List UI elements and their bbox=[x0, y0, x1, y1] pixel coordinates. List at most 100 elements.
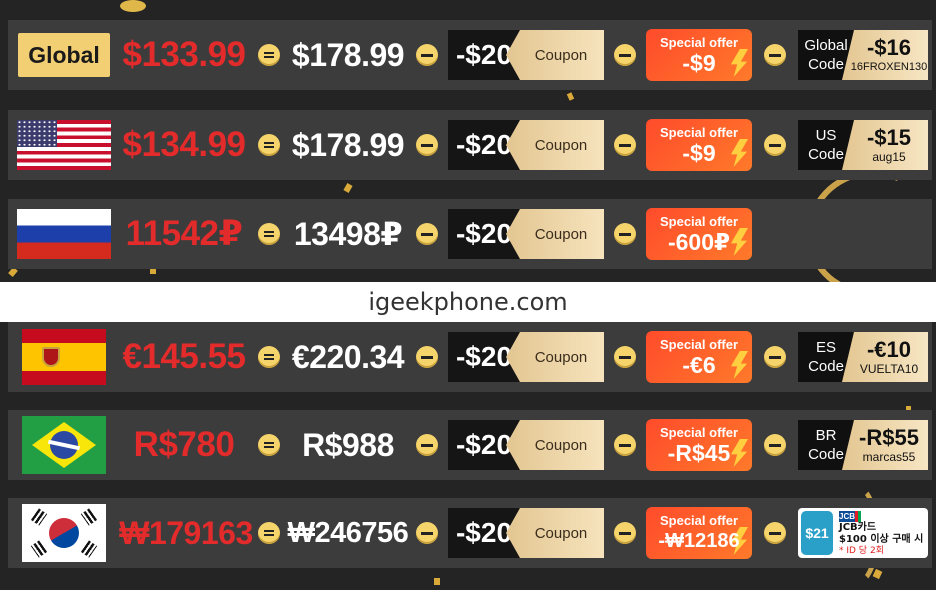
coupon-code: aug15 bbox=[872, 150, 906, 164]
brazil-flag-icon bbox=[22, 416, 106, 474]
store-coupon: -$20 Coupon bbox=[448, 508, 604, 558]
region-cell bbox=[12, 110, 116, 180]
jcb-offer-text: JCB JCB카드 $100 이상 구매 시 * ID 당 2회 bbox=[835, 508, 928, 558]
confetti-piece bbox=[120, 0, 146, 12]
global-badge: Global bbox=[18, 33, 110, 77]
code-amount: -R$55 bbox=[859, 425, 919, 450]
code-amount: -$15 bbox=[866, 125, 912, 150]
coupon-label: Coupon bbox=[506, 508, 604, 558]
coupon-code: VUELTA10 bbox=[859, 362, 919, 376]
equals-icon bbox=[258, 346, 280, 368]
special-offer-amount: -₩12186 bbox=[658, 529, 740, 552]
special-offer-amount: -R$45 bbox=[667, 439, 731, 466]
lightning-icon bbox=[730, 439, 748, 467]
coupon-code-box: US Code -$15 aug15 bbox=[798, 120, 928, 170]
us-flag-icon bbox=[17, 120, 111, 170]
price-row-us: $134.99 $178.99 -$20 Coupon Special offe… bbox=[8, 110, 932, 180]
price-row-brazil: R$780 R$988 -$20 Coupon Special offer -R… bbox=[8, 410, 932, 480]
minus-icon bbox=[614, 44, 636, 66]
final-price: $133.99 bbox=[122, 35, 246, 74]
code-word: Code bbox=[808, 146, 844, 163]
equals-icon bbox=[258, 434, 280, 456]
code-region-name: Global bbox=[804, 37, 848, 54]
minus-icon bbox=[764, 44, 786, 66]
minus-icon bbox=[614, 434, 636, 456]
russia-flag-icon bbox=[17, 209, 111, 259]
special-offer-amount: -600₽ bbox=[667, 228, 731, 255]
special-offer-badge: Special offer -₩12186 bbox=[646, 507, 752, 559]
lightning-icon bbox=[730, 139, 748, 167]
jcb-logo-text: JCB bbox=[839, 510, 856, 522]
final-price: €145.55 bbox=[122, 337, 246, 376]
code-discount: -€10 VUELTA10 bbox=[842, 332, 928, 382]
final-price: $134.99 bbox=[122, 125, 246, 164]
code-word: Code bbox=[808, 446, 844, 463]
minus-icon bbox=[764, 134, 786, 156]
equals-icon bbox=[258, 44, 280, 66]
minus-icon bbox=[416, 134, 438, 156]
equals-icon bbox=[258, 223, 280, 245]
lightning-icon bbox=[730, 351, 748, 379]
region-cell bbox=[12, 199, 116, 269]
special-offer-label: Special offer bbox=[659, 213, 739, 229]
original-price: R$988 bbox=[302, 426, 394, 463]
jcb-discount-amount: $21 bbox=[801, 511, 833, 555]
store-coupon: -$20 Coupon bbox=[448, 332, 604, 382]
original-price: $178.99 bbox=[291, 36, 405, 73]
lightning-icon bbox=[730, 49, 748, 77]
code-discount: -$15 aug15 bbox=[842, 120, 928, 170]
price-row-korea: ₩179163 ₩246756 -$20 Coupon Special offe… bbox=[8, 498, 932, 568]
store-coupon: -$20 Coupon bbox=[448, 30, 604, 80]
code-word: Code bbox=[808, 358, 844, 375]
coupon-code: 16FROXEN130 bbox=[850, 61, 928, 73]
minus-icon bbox=[614, 522, 636, 544]
watermark-strip: igeekphone.com bbox=[0, 282, 936, 322]
watermark-text: igeekphone.com bbox=[368, 288, 568, 316]
special-offer-label: Special offer bbox=[659, 424, 739, 440]
code-amount: -$16 bbox=[866, 35, 912, 60]
confetti-piece bbox=[434, 578, 440, 585]
jcb-card-offer: $21 JCB JCB카드 $100 이상 구매 시 * ID 당 2회 bbox=[798, 508, 928, 558]
code-discount: -R$55 marcas55 bbox=[842, 420, 928, 470]
minus-icon bbox=[614, 223, 636, 245]
minus-icon bbox=[416, 522, 438, 544]
coupon-label: Coupon bbox=[506, 120, 604, 170]
final-price: ₩179163 bbox=[119, 514, 253, 551]
coupon-code-box: ES Code -€10 VUELTA10 bbox=[798, 332, 928, 382]
minus-icon bbox=[764, 434, 786, 456]
special-offer-badge: Special offer -600₽ bbox=[646, 208, 752, 260]
special-offer-badge: Special offer -$9 bbox=[646, 29, 752, 81]
code-region-name: BR bbox=[815, 427, 837, 444]
coupon-code: marcas55 bbox=[862, 450, 916, 464]
region-cell bbox=[12, 498, 116, 568]
code-word: Code bbox=[808, 56, 844, 73]
region-cell bbox=[12, 410, 116, 480]
jcb-line-1: JCB카드 bbox=[839, 521, 877, 533]
jcb-line-2: $100 이상 구매 시 bbox=[839, 533, 924, 545]
special-offer-amount: -$9 bbox=[682, 49, 716, 76]
coupon-code-box: Global Code -$16 16FROXEN130 bbox=[798, 30, 928, 80]
spain-flag-icon bbox=[22, 329, 106, 385]
store-coupon: -$20 Coupon bbox=[448, 209, 604, 259]
minus-icon bbox=[416, 223, 438, 245]
region-cell: Global bbox=[12, 20, 116, 90]
final-price: R$780 bbox=[133, 425, 235, 464]
coupon-code-box: BR Code -R$55 marcas55 bbox=[798, 420, 928, 470]
original-price: $178.99 bbox=[291, 126, 405, 163]
special-offer-label: Special offer bbox=[659, 124, 739, 140]
coupon-label: Coupon bbox=[506, 209, 604, 259]
minus-icon bbox=[416, 434, 438, 456]
korea-flag-icon bbox=[22, 504, 106, 562]
special-offer-badge: Special offer -$9 bbox=[646, 119, 752, 171]
price-row-russia: 11542₽ 13498₽ -$20 Coupon Special offer … bbox=[8, 199, 932, 269]
special-offer-badge: Special offer -R$45 bbox=[646, 419, 752, 471]
minus-icon bbox=[764, 522, 786, 544]
original-price: 13498₽ bbox=[293, 216, 403, 252]
jcb-line-3: * ID 당 2회 bbox=[839, 545, 884, 556]
special-offer-amount: -$9 bbox=[682, 139, 716, 166]
region-cell bbox=[12, 322, 116, 392]
price-row-spain: €145.55 €220.34 -$20 Coupon Special offe… bbox=[8, 322, 932, 392]
code-region-name: US bbox=[815, 127, 837, 144]
special-offer-label: Special offer bbox=[659, 34, 739, 50]
code-amount: -€10 bbox=[866, 337, 912, 362]
